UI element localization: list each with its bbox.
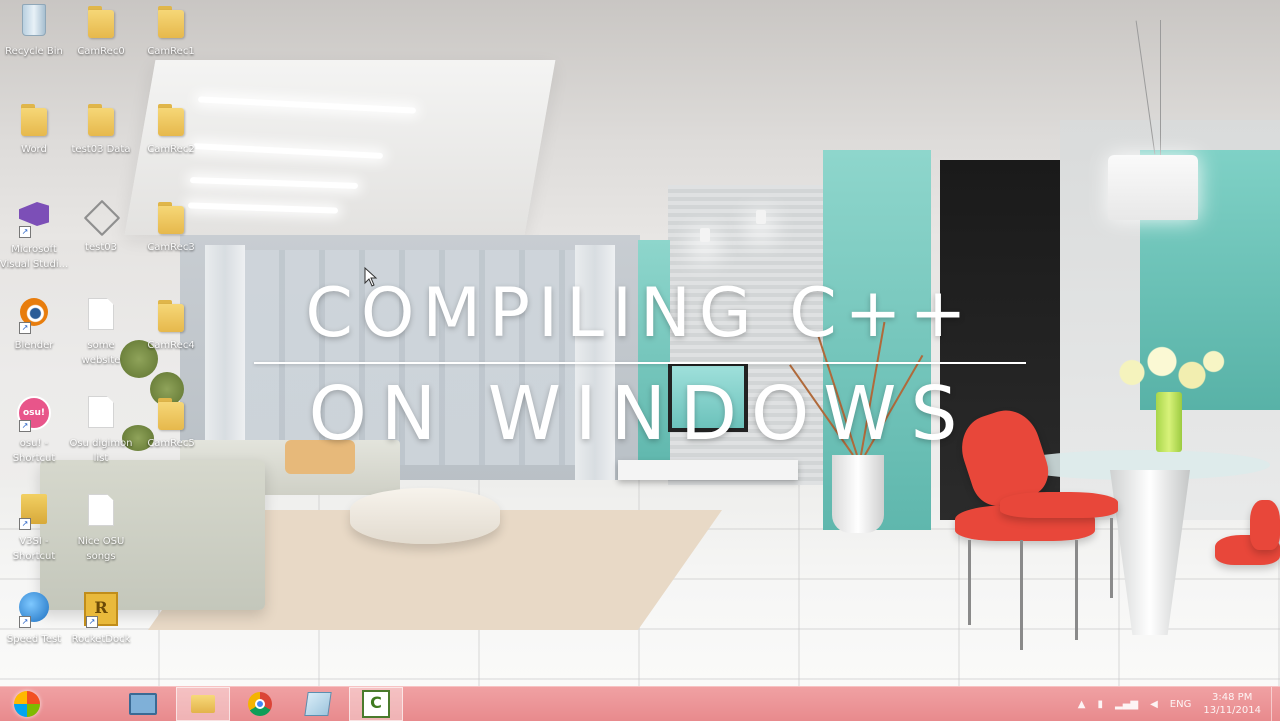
desktop-icon-v3si-shortcut[interactable]: ↗ V3SI - Shortcut: [0, 490, 72, 576]
desktop-icon-label: osu! - Shortcut: [12, 438, 56, 464]
folder-icon: [154, 102, 188, 138]
speedtest-icon: ↗: [17, 592, 51, 628]
folder-icon: [154, 4, 188, 40]
desktop-icon-rocketdock[interactable]: R ↗ RocketDock: [63, 588, 139, 674]
desktop-icon-label: Nice OSU songs: [77, 536, 125, 562]
desktop-icon-camrec1[interactable]: CamRec1: [133, 0, 209, 86]
unity-icon: [83, 199, 121, 237]
taskbar-monitor-button[interactable]: [116, 687, 170, 721]
desktop-icon-camrec4[interactable]: CamRec4: [133, 294, 209, 380]
taskbar-chrome-button[interactable]: [233, 687, 287, 721]
title-divider: [254, 362, 1026, 364]
notepad-icon: [304, 692, 332, 716]
desktop-icon-camrec5[interactable]: CamRec5: [133, 392, 209, 478]
desktop-icon-camrec0[interactable]: CamRec0: [63, 0, 139, 86]
shortcut-arrow-icon: ↗: [19, 322, 31, 334]
desktop-icon-osu-shortcut[interactable]: osu! ↗ osu! - Shortcut: [0, 392, 72, 478]
shortcut-arrow-icon: ↗: [19, 226, 31, 238]
start-orb-icon: [14, 691, 40, 717]
video-title-overlay: COMPILING C++ ON WINDOWS: [250, 270, 1030, 462]
shortcut-arrow-icon: ↗: [19, 518, 31, 530]
desktop-icon-speed-test[interactable]: ↗ Speed Test: [0, 588, 72, 674]
osu-icon: osu! ↗: [17, 396, 51, 432]
desktop-icon-label: RocketDock: [71, 634, 131, 645]
desktop-icon-blender[interactable]: ↗ Blender: [0, 294, 72, 380]
desktop-icon-camrec2[interactable]: CamRec2: [133, 98, 209, 184]
file-explorer-icon: [191, 695, 215, 713]
rocketdock-icon: R ↗: [84, 592, 118, 628]
start-button[interactable]: [0, 687, 54, 721]
blender-icon: ↗: [17, 298, 51, 334]
folder-icon: [154, 396, 188, 432]
taskbar-notepad-button[interactable]: [291, 687, 345, 721]
shortcut-arrow-icon: ↗: [19, 420, 31, 432]
desktop-icon-label: CamRec4: [147, 340, 195, 351]
taskbar: C ▲ ▮ ▂▄▆ ◀ ENG 3:48 PM 13/11/2014: [0, 686, 1280, 721]
clock-time: 3:48 PM: [1212, 692, 1253, 703]
desktop-icon-label: CamRec2: [147, 144, 195, 155]
desktop-icon-label: test03: [85, 242, 117, 253]
desktop-icon-label: Blender: [14, 340, 54, 351]
desktop-icon-test03[interactable]: test03: [63, 196, 139, 282]
visual-studio-icon: ↗: [17, 202, 51, 238]
shortcut-icon: ↗: [17, 494, 51, 530]
tray-expand-icon[interactable]: ▲: [1078, 699, 1086, 710]
folder-icon: [17, 102, 51, 138]
desktop-icon-visual-studio[interactable]: ↗ Microsoft Visual Studi...: [0, 196, 72, 282]
shortcut-arrow-icon: ↗: [19, 616, 31, 628]
desktop-icon-label: CamRec5: [147, 438, 195, 449]
desktop-icon-test03-data[interactable]: test03 Data: [63, 98, 139, 184]
folder-icon: [84, 4, 118, 40]
file-icon: [84, 396, 118, 432]
volume-icon[interactable]: ◀: [1150, 699, 1158, 710]
taskbar-camtasia-button[interactable]: C: [349, 687, 403, 721]
desktop-icon-label: CamRec1: [147, 46, 195, 57]
file-icon: [84, 298, 118, 334]
desktop-icon-some-website[interactable]: some website: [63, 294, 139, 380]
language-indicator[interactable]: ENG: [1170, 699, 1192, 710]
show-desktop-button[interactable]: [1271, 687, 1280, 721]
desktop-icon-recycle-bin[interactable]: Recycle Bin: [0, 0, 72, 86]
desktop-icon-label: test03 Data: [71, 144, 131, 155]
desktop-icon-label: CamRec3: [147, 242, 195, 253]
desktop-icon-osu-digimon-list[interactable]: Osu digimon list: [63, 392, 139, 478]
system-tray: ▲ ▮ ▂▄▆ ◀ ENG 3:48 PM 13/11/2014: [1072, 687, 1280, 721]
clock-date: 13/11/2014: [1203, 705, 1261, 716]
desktop-icon-word[interactable]: Word: [0, 98, 72, 184]
desktop-icon-label: Recycle Bin: [5, 46, 63, 57]
desktop-icon-label: Osu digimon list: [69, 438, 133, 464]
camtasia-icon: C: [362, 690, 390, 718]
desktop-icon-label: some website: [81, 340, 121, 366]
network-signal-icon[interactable]: ▂▄▆: [1115, 699, 1138, 710]
desktop-icon-label: V3SI - Shortcut: [12, 536, 56, 562]
file-icon: [84, 494, 118, 530]
folder-icon: [154, 200, 188, 236]
desktop-icon-camrec3[interactable]: CamRec3: [133, 196, 209, 282]
shortcut-arrow-icon: ↗: [86, 616, 98, 628]
desktop-icon-label: Microsoft Visual Studi...: [0, 244, 69, 270]
chrome-icon: [248, 692, 272, 716]
clock[interactable]: 3:48 PM 13/11/2014: [1203, 691, 1261, 717]
folder-icon: [154, 298, 188, 334]
folder-icon: [84, 102, 118, 138]
desktop-icon-label: Speed Test: [6, 634, 62, 645]
desktop-icon-label: Word: [21, 144, 47, 155]
battery-icon[interactable]: ▮: [1098, 699, 1104, 710]
taskbar-file-explorer-button[interactable]: [176, 687, 230, 721]
monitor-icon: [129, 693, 157, 715]
title-line-2: ON WINDOWS: [308, 371, 972, 457]
desktop-icon-label: CamRec0: [77, 46, 125, 57]
desktop-icon-nice-osu-songs[interactable]: Nice OSU songs: [63, 490, 139, 576]
recycle-bin-icon: [17, 4, 51, 40]
